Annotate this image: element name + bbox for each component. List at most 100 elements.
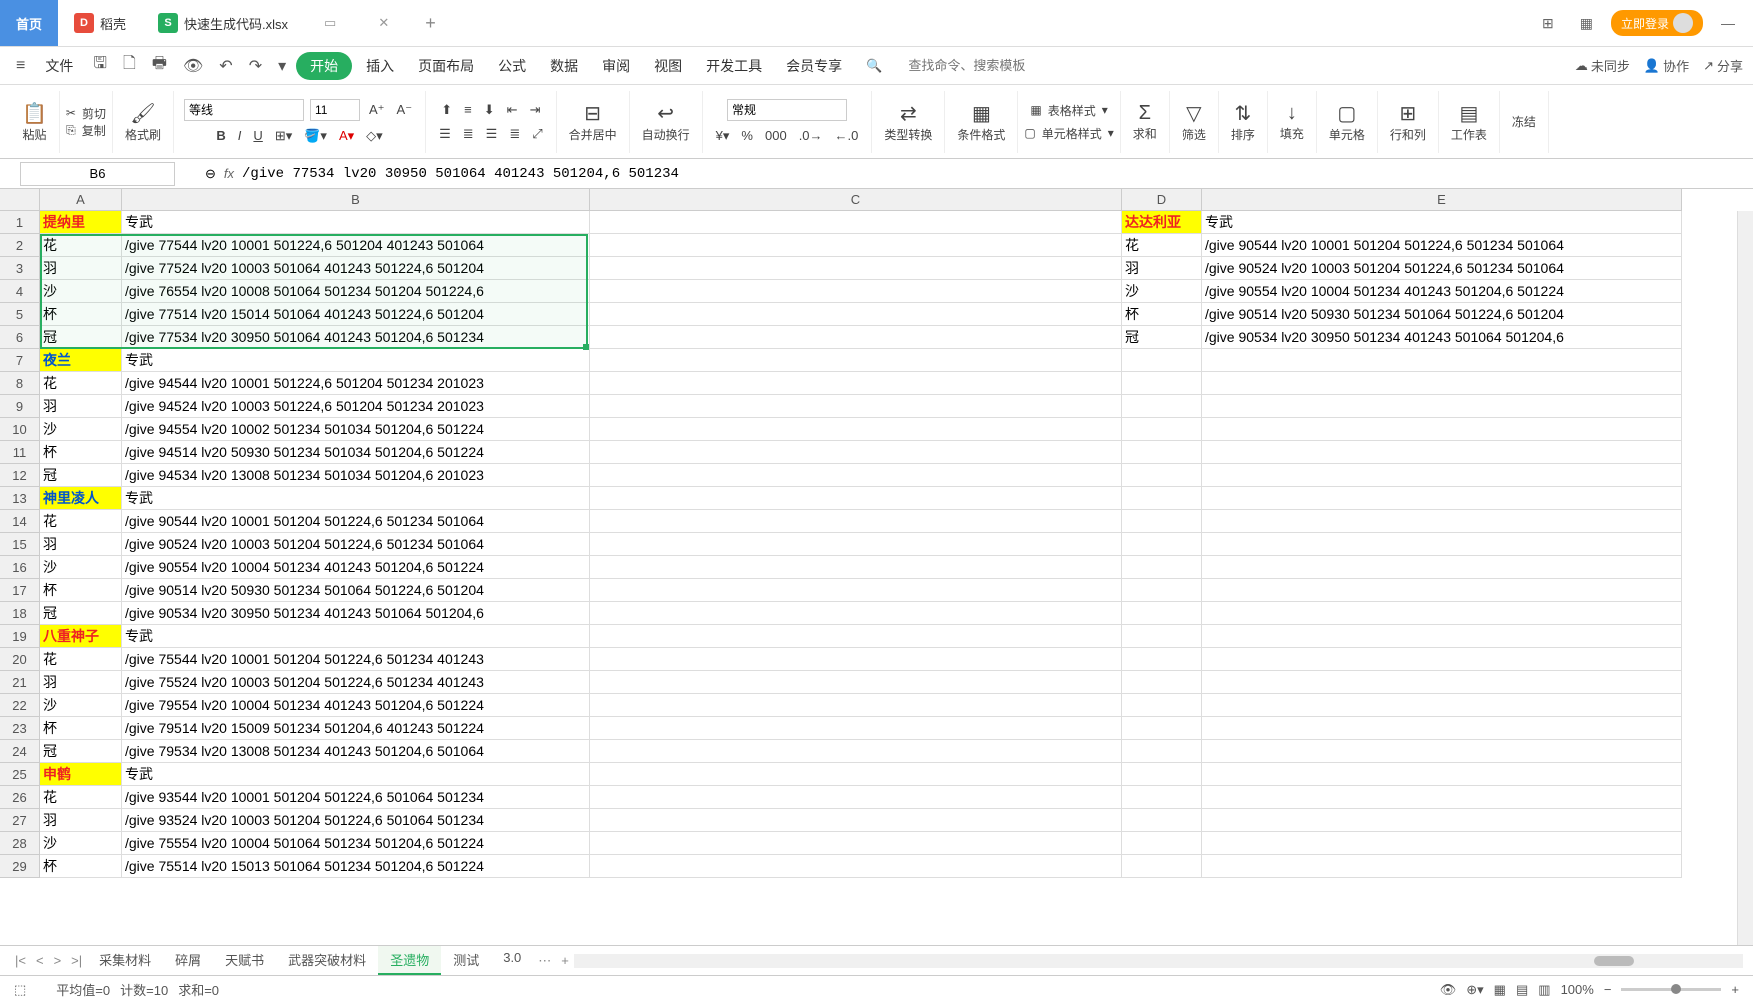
nav-first-icon[interactable]: |< bbox=[10, 953, 31, 968]
cell[interactable]: 花 bbox=[1122, 234, 1202, 257]
eye-icon[interactable]: 👁 bbox=[1440, 982, 1457, 998]
menu-hamburger-icon[interactable]: ≡ bbox=[10, 53, 31, 79]
row-header[interactable]: 26 bbox=[0, 786, 40, 809]
sheet-tab[interactable]: 圣遗物 bbox=[378, 946, 441, 975]
cell[interactable] bbox=[1202, 832, 1682, 855]
align-left-icon[interactable]: ☰ bbox=[436, 125, 454, 143]
cell[interactable] bbox=[1122, 556, 1202, 579]
zoom-in-button[interactable]: + bbox=[1731, 982, 1739, 997]
row-header[interactable]: 21 bbox=[0, 671, 40, 694]
menu-start[interactable]: 开始 bbox=[296, 52, 352, 80]
size-select[interactable] bbox=[310, 99, 360, 121]
font-color-button[interactable]: A▾ bbox=[336, 127, 357, 145]
col-header-B[interactable]: B bbox=[122, 189, 590, 211]
cell[interactable]: 羽 bbox=[40, 809, 122, 832]
nav-next-icon[interactable]: > bbox=[49, 953, 67, 968]
col-header-D[interactable]: D bbox=[1122, 189, 1202, 211]
cell[interactable]: /give 77514 lv20 15014 501064 401243 501… bbox=[122, 303, 590, 326]
cell[interactable]: /give 90544 lv20 10001 501204 501224,6 5… bbox=[1202, 234, 1682, 257]
cell[interactable] bbox=[1122, 441, 1202, 464]
cell[interactable]: /give 77524 lv20 10003 501064 401243 501… bbox=[122, 257, 590, 280]
unsynced-button[interactable]: ☁未同步 bbox=[1575, 56, 1630, 75]
cell[interactable] bbox=[590, 832, 1122, 855]
cell[interactable] bbox=[1122, 625, 1202, 648]
cell[interactable]: /give 75514 lv20 15013 501064 501234 501… bbox=[122, 855, 590, 878]
cell[interactable]: 专武 bbox=[122, 487, 590, 510]
row-header[interactable]: 1 bbox=[0, 211, 40, 234]
cell[interactable] bbox=[590, 740, 1122, 763]
row-header[interactable]: 23 bbox=[0, 717, 40, 740]
cell[interactable] bbox=[590, 234, 1122, 257]
cell[interactable] bbox=[590, 648, 1122, 671]
nav-last-icon[interactable]: >| bbox=[66, 953, 87, 968]
tab-close-icon[interactable]: ✕ bbox=[372, 15, 395, 31]
row-header[interactable]: 7 bbox=[0, 349, 40, 372]
cell[interactable] bbox=[590, 464, 1122, 487]
cell[interactable] bbox=[1122, 372, 1202, 395]
redo-icon[interactable]: ↷ bbox=[243, 52, 268, 80]
justify-icon[interactable]: ≣ bbox=[506, 125, 523, 143]
collab-button[interactable]: 👤协作 bbox=[1644, 56, 1689, 75]
cell[interactable]: /give 90514 lv20 50930 501234 501064 501… bbox=[122, 579, 590, 602]
cell[interactable] bbox=[590, 211, 1122, 234]
sheet-tab[interactable]: 采集材料 bbox=[87, 946, 163, 975]
cell[interactable] bbox=[590, 602, 1122, 625]
cell[interactable]: /give 90514 lv20 50930 501234 501064 501… bbox=[1202, 303, 1682, 326]
save-icon[interactable]: 🖫 bbox=[87, 48, 113, 83]
cell[interactable] bbox=[1202, 855, 1682, 878]
cell[interactable] bbox=[590, 326, 1122, 349]
cell[interactable] bbox=[1202, 625, 1682, 648]
cell[interactable] bbox=[1202, 579, 1682, 602]
cell[interactable] bbox=[1122, 579, 1202, 602]
cell[interactable]: 专武 bbox=[122, 625, 590, 648]
cell[interactable]: /give 75554 lv20 10004 501064 501234 501… bbox=[122, 832, 590, 855]
cell[interactable] bbox=[1122, 832, 1202, 855]
cell[interactable]: 杯 bbox=[40, 579, 122, 602]
col-header-E[interactable]: E bbox=[1202, 189, 1682, 211]
align-bot-icon[interactable]: ⬇ bbox=[481, 101, 498, 119]
align-center-icon[interactable]: ≣ bbox=[460, 125, 477, 143]
cell[interactable] bbox=[590, 533, 1122, 556]
number-format-select[interactable] bbox=[727, 99, 847, 121]
row-header[interactable]: 22 bbox=[0, 694, 40, 717]
login-button[interactable]: 立即登录 bbox=[1611, 10, 1703, 36]
cell[interactable] bbox=[1202, 809, 1682, 832]
cell[interactable]: 夜兰 bbox=[40, 349, 122, 372]
apps-icon[interactable]: ▦ bbox=[1572, 15, 1601, 32]
cell[interactable]: /give 79514 lv20 15009 501234 501204,6 4… bbox=[122, 717, 590, 740]
view-normal-icon[interactable]: ▦ bbox=[1494, 982, 1506, 998]
grid[interactable]: 提纳里专武达达利亚专武花/give 77544 lv20 10001 50122… bbox=[40, 211, 1682, 878]
cell[interactable]: 沙 bbox=[1122, 280, 1202, 303]
cell[interactable]: 冠 bbox=[1122, 326, 1202, 349]
cell[interactable]: /give 77544 lv20 10001 501224,6 501204 4… bbox=[122, 234, 590, 257]
cell[interactable] bbox=[1122, 740, 1202, 763]
zoom-out-icon[interactable]: ⊖ bbox=[205, 166, 216, 182]
indent-inc-icon[interactable]: ⇥ bbox=[527, 101, 544, 119]
cell[interactable] bbox=[1122, 510, 1202, 533]
table-style-button[interactable]: ▦表格样式▾ bbox=[1030, 102, 1107, 119]
type-convert-button[interactable]: ⇄类型转换 bbox=[878, 99, 938, 145]
cell[interactable]: 冠 bbox=[40, 464, 122, 487]
row-header[interactable]: 5 bbox=[0, 303, 40, 326]
cell[interactable]: /give 79554 lv20 10004 501234 401243 501… bbox=[122, 694, 590, 717]
grid-icon[interactable]: ⊞ bbox=[1534, 15, 1562, 32]
cell[interactable]: 杯 bbox=[40, 717, 122, 740]
cell[interactable]: /give 90534 lv20 30950 501234 401243 501… bbox=[122, 602, 590, 625]
fill-button[interactable]: ↓填充 bbox=[1274, 100, 1310, 144]
cell[interactable]: 专武 bbox=[1202, 211, 1682, 234]
align-top-icon[interactable]: ⬆ bbox=[438, 101, 455, 119]
fill-color-button[interactable]: 🪣▾ bbox=[301, 127, 330, 145]
cell[interactable]: 羽 bbox=[40, 395, 122, 418]
cell[interactable]: 沙 bbox=[40, 832, 122, 855]
cell[interactable] bbox=[590, 280, 1122, 303]
cell[interactable] bbox=[1122, 395, 1202, 418]
cell[interactable] bbox=[1202, 487, 1682, 510]
align-right-icon[interactable]: ☰ bbox=[483, 125, 501, 143]
cell[interactable] bbox=[590, 441, 1122, 464]
cell[interactable]: 花 bbox=[40, 786, 122, 809]
menu-formula[interactable]: 公式 bbox=[488, 52, 536, 80]
cell[interactable]: /give 90554 lv20 10004 501234 401243 501… bbox=[122, 556, 590, 579]
col-header-C[interactable]: C bbox=[590, 189, 1122, 211]
cell[interactable]: 八重神子 bbox=[40, 625, 122, 648]
cell[interactable]: /give 77534 lv20 30950 501064 401243 501… bbox=[122, 326, 590, 349]
